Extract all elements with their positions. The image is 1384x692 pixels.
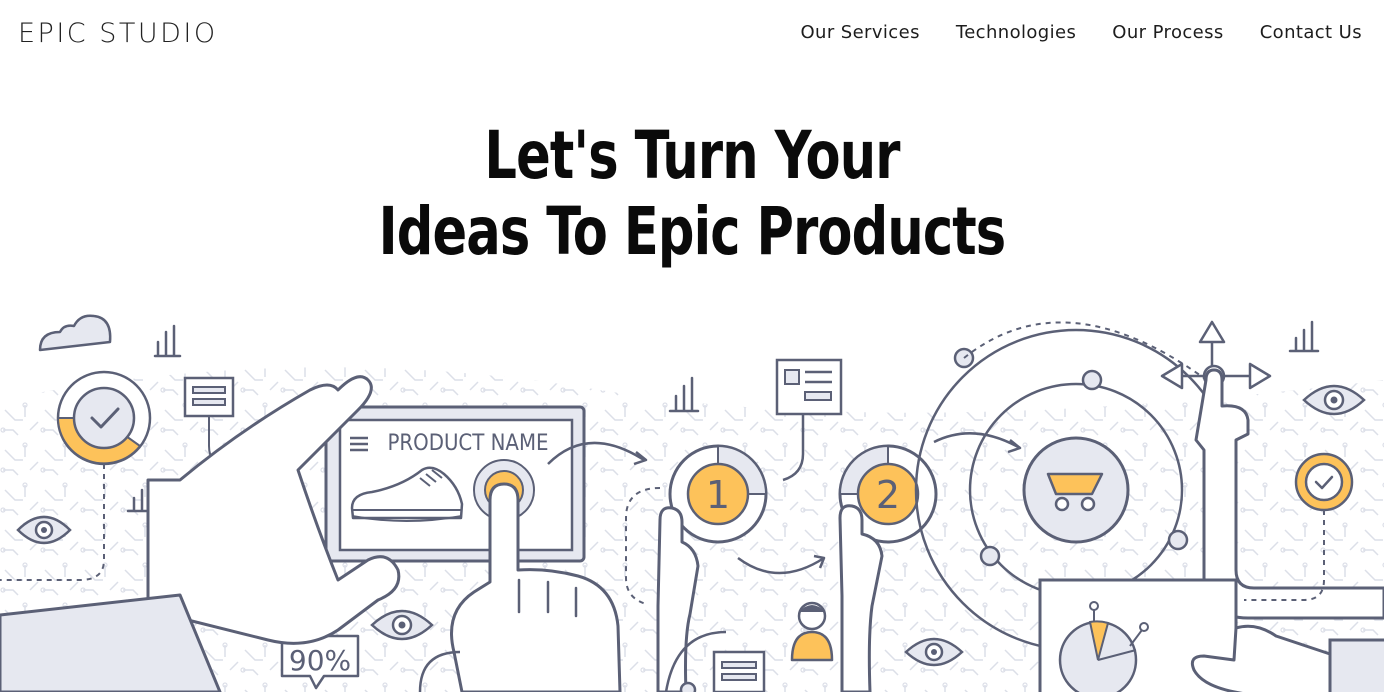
landing-page: EPIC STUDIO Our Services Technologies Ou… [0, 0, 1384, 692]
main-nav: Our Services Technologies Our Process Co… [800, 22, 1362, 43]
check-progress-icon [56, 370, 152, 466]
product-card: PRODUCT NAME [324, 405, 586, 563]
logo-text: EPIC STUDIO [18, 18, 218, 49]
bar-chart-icon [1288, 320, 1320, 353]
hero-title-line-2: Ideas To Epic Products [378, 193, 1007, 270]
hero-title-line-1: Let's Turn Your [484, 117, 900, 194]
step-one-number: 1 [706, 473, 730, 517]
bar-chart-icon [153, 324, 182, 358]
percent-value-text: 90% [289, 644, 351, 677]
hero-title: Let's Turn Your Ideas To Epic Products [0, 118, 1384, 270]
logo[interactable]: EPIC STUDIO [18, 19, 218, 49]
top-bar: EPIC STUDIO Our Services Technologies Ou… [0, 0, 1384, 70]
hero-illustration: % 90% PRODUCT NAME [0, 314, 1384, 692]
check-badge-icon [1294, 452, 1354, 512]
cloud-icon [38, 314, 112, 352]
step-one-badge: 1 [668, 444, 768, 544]
nav-technologies[interactable]: Technologies [956, 22, 1076, 43]
nav-our-process[interactable]: Our Process [1112, 22, 1223, 43]
product-name-label: PRODUCT NAME [387, 431, 548, 456]
step-two-number: 2 [876, 473, 900, 517]
nav-contact-us[interactable]: Contact Us [1260, 22, 1362, 43]
nav-our-services[interactable]: Our Services [800, 22, 919, 43]
document-icon [712, 650, 766, 692]
